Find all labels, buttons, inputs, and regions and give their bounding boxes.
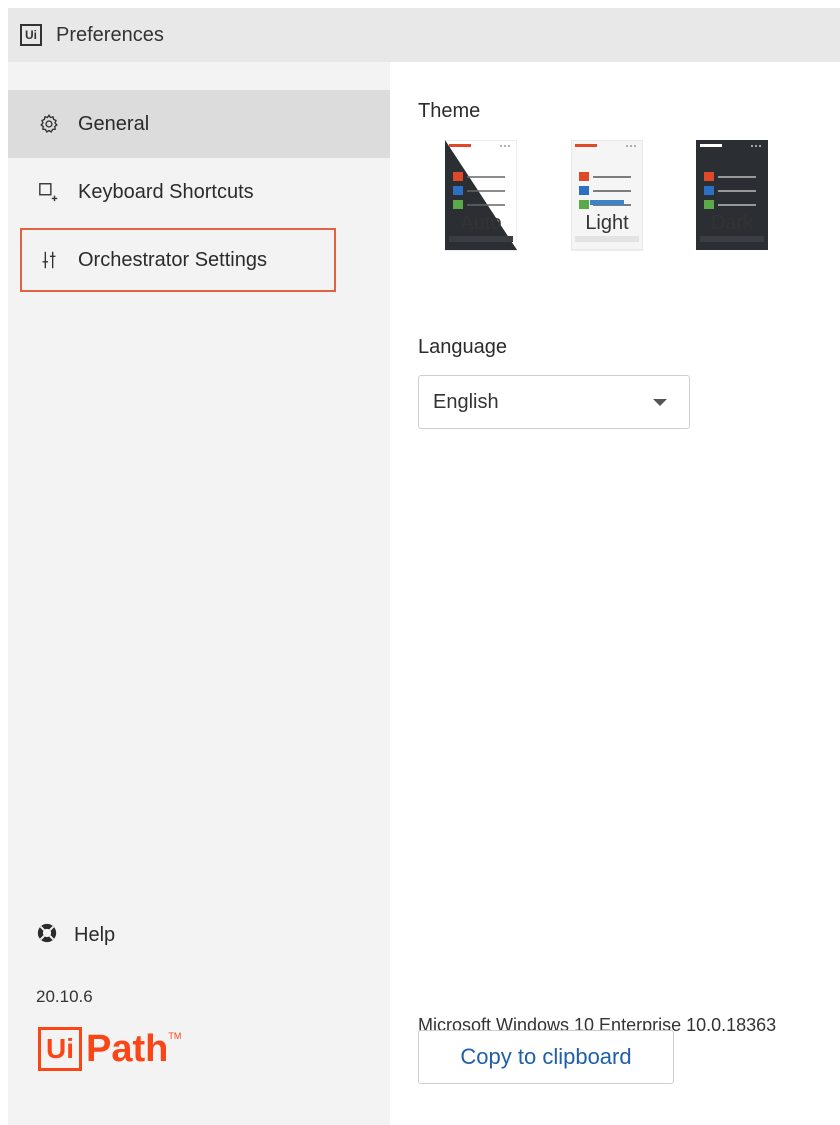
copy-to-clipboard-button[interactable]: Copy to clipboard [418, 1030, 674, 1084]
help-link[interactable]: Help [36, 922, 115, 949]
sidebar-item-label: Keyboard Shortcuts [78, 180, 254, 203]
sidebar-item-label: Orchestrator Settings [78, 248, 267, 271]
theme-label: Theme [418, 100, 481, 122]
version-text: 20.10.6 [36, 987, 93, 1006]
theme-light-preview-icon [570, 139, 644, 251]
language-select[interactable]: English [418, 375, 690, 429]
logo-ui-text: Ui [38, 1027, 82, 1071]
app-logo-icon: Ui [20, 24, 42, 46]
sidebar-item-keyboard-shortcuts[interactable]: Keyboard Shortcuts [8, 158, 390, 226]
sliders-icon [36, 247, 62, 273]
chevron-down-icon [653, 398, 667, 406]
theme-dark-preview-icon [696, 140, 768, 250]
uipath-logo: Ui Path TM [38, 1027, 181, 1071]
sidebar-item-orchestrator-settings[interactable]: Orchestrator Settings [8, 226, 390, 294]
lifebuoy-icon [36, 922, 58, 949]
theme-auto-preview-icon [444, 139, 518, 251]
language-label: Language [418, 336, 507, 358]
theme-dark-label: Dark [710, 212, 754, 234]
language-select-value: English [433, 390, 499, 413]
title-bar: Ui Preferences [8, 8, 840, 62]
theme-light-label: Light [585, 212, 629, 234]
logo-tm-text: TM [168, 1031, 182, 1041]
logo-path-text: Path [86, 1027, 169, 1070]
window-title: Preferences [56, 23, 164, 46]
keyboard-shortcut-icon [36, 179, 62, 205]
help-label: Help [74, 924, 116, 946]
theme-option-auto[interactable] [444, 139, 518, 257]
sidebar: General Keyboard Shortcuts Orchestrator … [8, 62, 390, 1125]
gear-icon [36, 111, 62, 137]
theme-selected-indicator [590, 200, 624, 205]
theme-option-light[interactable] [570, 139, 644, 257]
theme-auto-label: Auto [460, 212, 502, 234]
sidebar-item-general[interactable]: General [8, 90, 390, 158]
sidebar-item-label: General [78, 112, 150, 135]
theme-option-dark[interactable] [696, 140, 768, 257]
main-content: Theme Auto Light Dark Language English M… [390, 62, 840, 1125]
